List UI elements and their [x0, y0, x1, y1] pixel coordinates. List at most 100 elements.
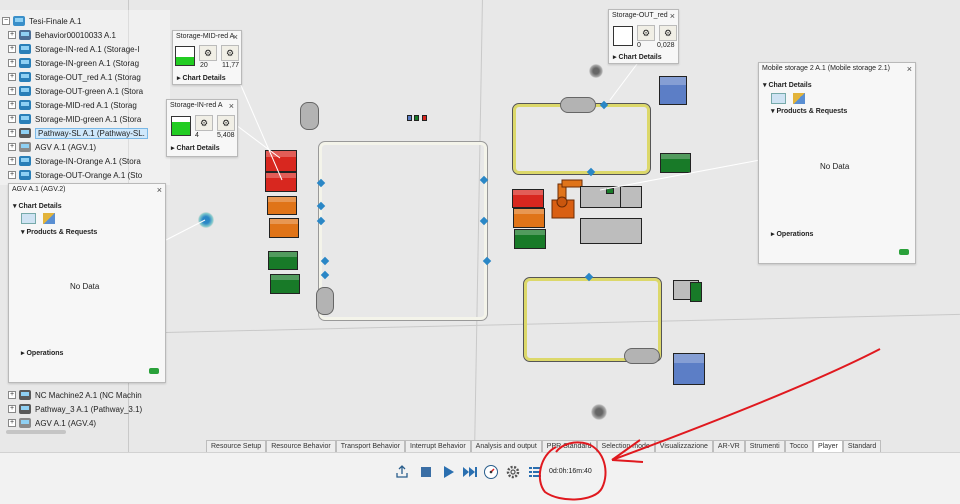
close-icon[interactable]: ×	[157, 184, 162, 196]
pathway-icon	[19, 404, 31, 414]
tab-analysis-and-output[interactable]: Analysis and output	[470, 440, 542, 452]
model-icon	[13, 16, 25, 26]
tree-item-pathway-selected[interactable]: + Pathway-SL A.1 (Pathway-SL.	[8, 126, 148, 140]
expand-icon[interactable]: +	[8, 115, 16, 123]
tree-item-storage[interactable]: + Storage-OUT-green A.1 (Stora	[8, 84, 143, 98]
storage-icon	[19, 170, 31, 180]
pathway-icon	[19, 128, 31, 138]
model-tree[interactable]: − Tesi-Finale A.1 + Behavior00010033 A.1 …	[0, 10, 170, 185]
tree-item-storage[interactable]: + Storage-IN-green A.1 (Storag	[8, 56, 139, 70]
tab-interrupt-behavior[interactable]: Interrupt Behavior	[405, 440, 471, 452]
stop-icon[interactable]	[418, 464, 434, 480]
settings-gear-icon[interactable]	[505, 464, 521, 480]
expand-icon[interactable]: +	[8, 419, 16, 427]
ribbon-tab-bar[interactable]: Resource Setup Resource Behavior Transport…	[206, 440, 882, 452]
operations-header[interactable]: ▸ Operations	[771, 230, 813, 238]
tree-root[interactable]: − Tesi-Finale A.1	[2, 14, 81, 28]
tree-item-storage[interactable]: + Storage-OUT-Orange A.1 (Sto	[8, 168, 142, 182]
tab-player[interactable]: Player	[812, 440, 843, 452]
stats-icon[interactable]: ⚙	[659, 25, 677, 41]
expand-icon[interactable]: +	[8, 101, 16, 109]
agv-panel[interactable]: AGV A.1 (AGV.2) × ▾ Chart Details ▾ Prod…	[8, 183, 166, 383]
stats-icon[interactable]: ⚙	[217, 115, 235, 131]
tab-ar-vr[interactable]: AR-VR	[712, 440, 745, 452]
close-icon[interactable]: ×	[229, 100, 234, 112]
storage-in-red-panel[interactable]: Storage-IN-red A × ⚙ ⚙ 4 5,408 ▸ Chart D…	[166, 99, 238, 157]
tree-item-storage[interactable]: + Storage-OUT_red A.1 (Storag	[8, 70, 141, 84]
tab-strumenti[interactable]: Strumenti	[744, 440, 785, 452]
close-icon[interactable]: ×	[233, 31, 238, 43]
tree-item-behavior[interactable]: + Behavior00010033 A.1	[8, 28, 116, 42]
chart-details-header[interactable]: ▾ Chart Details	[763, 81, 812, 89]
tab-standard[interactable]: Standard	[842, 440, 882, 452]
close-icon[interactable]: ×	[670, 10, 675, 22]
tab-selection-mode[interactable]: Selection mode	[596, 440, 655, 452]
storage-icon	[19, 114, 31, 124]
tree-item-pathway[interactable]: + Pathway_3 A.1 (Pathway_3.1)	[8, 402, 142, 416]
tree-item-storage[interactable]: + Storage-MID-green A.1 (Stora	[8, 112, 141, 126]
expand-icon[interactable]: +	[8, 31, 16, 39]
list-view-icon[interactable]	[527, 464, 543, 480]
expand-icon[interactable]: +	[8, 45, 16, 53]
expand-icon[interactable]: +	[8, 73, 16, 81]
product-view-icon[interactable]	[43, 213, 55, 224]
stats-icon[interactable]: ⚙	[195, 115, 213, 131]
tab-ppr-standard[interactable]: PPR Standard	[541, 440, 597, 452]
mobile-storage-panel[interactable]: Mobile storage 2 A.1 (Mobile storage 2.1…	[758, 62, 916, 264]
expand-icon[interactable]: +	[8, 171, 16, 179]
content-average: 0,028	[657, 42, 675, 49]
chart-details-header[interactable]: ▸ Chart Details	[613, 53, 662, 61]
panel-title: Storage-OUT_red	[612, 12, 668, 19]
model-tree-lower[interactable]: + NC Machine2 A.1 (NC Machin + Pathway_3 A…	[0, 374, 170, 436]
tree-item-storage[interactable]: + Storage-MID-red A.1 (Storag	[8, 98, 137, 112]
storage-icon	[19, 44, 31, 54]
panel-title: AGV A.1 (AGV.2)	[12, 186, 66, 193]
stats-icon[interactable]: ⚙	[637, 25, 655, 41]
tab-resource-setup[interactable]: Resource Setup	[206, 440, 267, 452]
storage-icon	[19, 156, 31, 166]
export-icon[interactable]	[394, 464, 410, 480]
chart-view-icon[interactable]	[771, 93, 786, 104]
fast-forward-icon[interactable]	[462, 464, 478, 480]
chart-view-icon[interactable]	[21, 213, 36, 224]
chart-details-header[interactable]: ▾ Chart Details	[13, 202, 62, 210]
expand-icon[interactable]: +	[8, 143, 16, 151]
tab-resource-behavior[interactable]: Resource Behavior	[266, 440, 336, 452]
expand-icon[interactable]: +	[8, 87, 16, 95]
tree-item-agv[interactable]: + AGV A.1 (AGV.4)	[8, 416, 96, 430]
panel-title: Mobile storage 2 A.1 (Mobile storage 2.1…	[762, 65, 891, 72]
tree-item-nc-machine[interactable]: + NC Machine2 A.1 (NC Machin	[8, 388, 142, 402]
product-view-icon[interactable]	[793, 93, 805, 104]
expand-icon[interactable]: +	[8, 129, 16, 137]
tree-item-storage[interactable]: + Storage-IN-red A.1 (Storage-I	[8, 42, 140, 56]
products-requests-header[interactable]: ▾ Products & Requests	[771, 107, 847, 115]
close-icon[interactable]: ×	[907, 63, 912, 75]
products-requests-header[interactable]: ▾ Products & Requests	[21, 228, 97, 236]
tab-transport-behavior[interactable]: Transport Behavior	[335, 440, 406, 452]
panel-title: Storage-IN-red A	[170, 102, 223, 109]
tree-item-storage[interactable]: + Storage-IN-Orange A.1 (Stora	[8, 154, 141, 168]
storage-mid-red-panel[interactable]: Storage-MID-red A × ⚙ ⚙ 20 11,77 ▸ Chart…	[172, 30, 242, 85]
tree-item-agv[interactable]: + AGV A.1 (AGV.1)	[8, 140, 96, 154]
chart-details-header[interactable]: ▸ Chart Details	[177, 74, 226, 82]
chart-details-header[interactable]: ▸ Chart Details	[171, 144, 220, 152]
tab-tocco[interactable]: Tocco	[784, 440, 813, 452]
expand-icon[interactable]: +	[8, 157, 16, 165]
expand-icon[interactable]: +	[8, 391, 16, 399]
tab-visualizzazione[interactable]: Visualizzazione	[654, 440, 713, 452]
stats-icon[interactable]: ⚙	[199, 45, 217, 61]
stats-icon[interactable]: ⚙	[221, 45, 239, 61]
speed-gauge-icon[interactable]	[483, 464, 499, 480]
tree-scrollbar[interactable]	[6, 430, 66, 434]
collapse-icon[interactable]: −	[2, 17, 10, 25]
player-toolbar	[0, 452, 960, 504]
storage-icon	[19, 58, 31, 68]
expand-icon[interactable]: +	[8, 405, 16, 413]
simulation-timer: 0d:0h:16m:40	[549, 468, 592, 475]
expand-icon[interactable]: +	[8, 59, 16, 67]
content-count: 0	[637, 42, 641, 49]
operations-header[interactable]: ▸ Operations	[21, 349, 63, 357]
content-count: 20	[200, 62, 208, 69]
storage-out-red-panel[interactable]: Storage-OUT_red × ⚙ ⚙ 0 0,028 ▸ Chart De…	[608, 9, 679, 64]
play-icon[interactable]	[440, 464, 456, 480]
